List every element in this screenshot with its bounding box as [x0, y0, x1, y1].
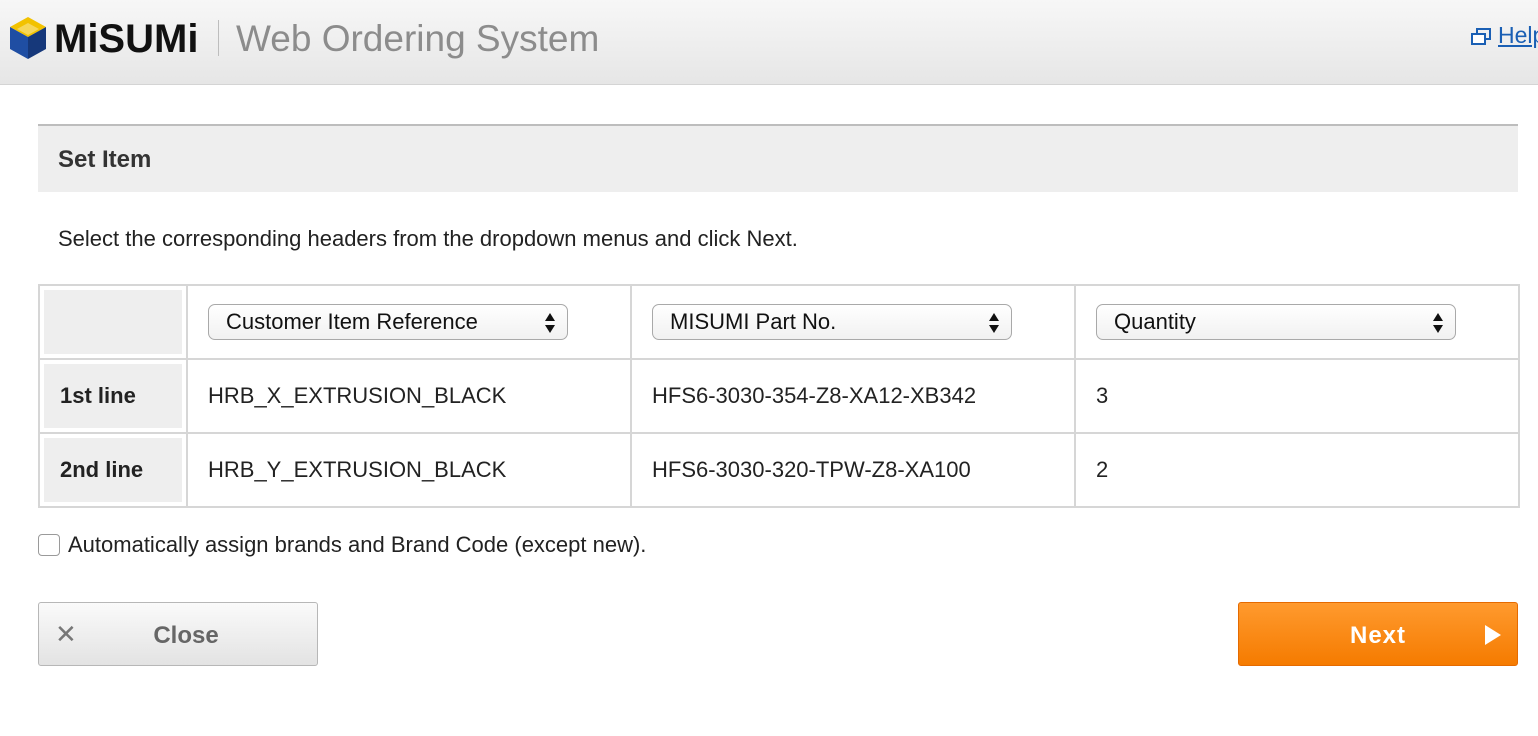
- brand-logo-text: MiSUMi: [54, 17, 199, 61]
- auto-assign-label[interactable]: Automatically assign brands and Brand Co…: [68, 532, 646, 558]
- help-link-label[interactable]: Help: [1498, 22, 1538, 48]
- next-button-label: Next: [1349, 622, 1407, 649]
- corner-cell: [38, 284, 188, 360]
- column-1-header: Customer Item Reference: [186, 284, 632, 360]
- column-3-header-select[interactable]: Quantity: [1096, 304, 1456, 340]
- auto-assign-checkbox[interactable]: [38, 534, 60, 556]
- table-header-row: Customer Item Reference MISUMI Part No. …: [38, 284, 1520, 360]
- row-label: 1st line: [44, 364, 182, 428]
- select-arrows-icon: [1433, 313, 1443, 333]
- system-name: Web Ordering System: [236, 18, 600, 59]
- section-header: Set Item: [38, 124, 1518, 192]
- table-cell: HFS6-3030-354-Z8-XA12-XB342: [630, 358, 1076, 434]
- top-bar: MiSUMi Web Ordering System Help: [0, 0, 1538, 85]
- select-arrows-icon: [989, 313, 999, 333]
- close-button-label: Close: [153, 622, 219, 649]
- help-link[interactable]: Help: [1470, 20, 1538, 50]
- external-window-icon: [1471, 27, 1491, 45]
- row-label-cell: 2nd line: [38, 432, 188, 508]
- table-cell: HRB_Y_EXTRUSION_BLACK: [186, 432, 632, 508]
- table-cell: 2: [1074, 432, 1520, 508]
- play-arrow-icon: [1485, 625, 1501, 645]
- section-title: Set Item: [58, 146, 152, 173]
- table-cell: HFS6-3030-320-TPW-Z8-XA100: [630, 432, 1076, 508]
- column-3-select-value: Quantity: [1114, 309, 1196, 334]
- select-arrows-icon: [545, 313, 555, 333]
- header-mapping-table: Customer Item Reference MISUMI Part No. …: [38, 284, 1520, 508]
- column-2-header: MISUMI Part No.: [630, 284, 1076, 360]
- close-button[interactable]: ✕ Close: [38, 602, 318, 666]
- column-3-header: Quantity: [1074, 284, 1520, 360]
- misumi-cube-logo-icon: [10, 17, 46, 59]
- row-label: 2nd line: [44, 438, 182, 502]
- column-2-select-value: MISUMI Part No.: [670, 309, 837, 334]
- header-divider: [218, 20, 219, 56]
- instruction-text: Select the corresponding headers from th…: [58, 226, 798, 251]
- table-row: 1st line HRB_X_EXTRUSION_BLACK HFS6-3030…: [38, 358, 1520, 434]
- table-cell: 3: [1074, 358, 1520, 434]
- corner-cell-fill: [44, 290, 182, 354]
- next-button[interactable]: Next: [1238, 602, 1518, 666]
- auto-assign-option[interactable]: Automatically assign brands and Brand Co…: [38, 532, 646, 558]
- table-row: 2nd line HRB_Y_EXTRUSION_BLACK HFS6-3030…: [38, 432, 1520, 508]
- column-2-header-select[interactable]: MISUMI Part No.: [652, 304, 1012, 340]
- row-label-cell: 1st line: [38, 358, 188, 434]
- column-1-header-select[interactable]: Customer Item Reference: [208, 304, 568, 340]
- table-cell: HRB_X_EXTRUSION_BLACK: [186, 358, 632, 434]
- column-1-select-value: Customer Item Reference: [226, 309, 478, 334]
